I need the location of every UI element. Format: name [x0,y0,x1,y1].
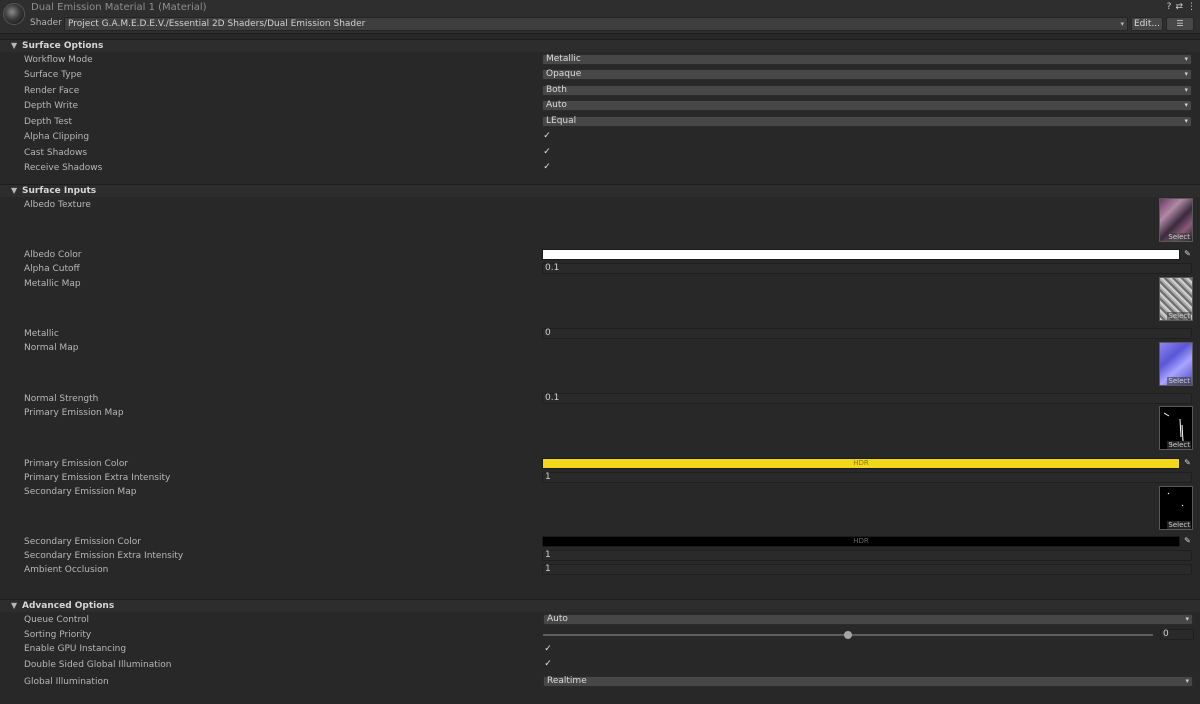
section-advanced-options[interactable]: ▼ Advanced Options [0,599,1200,612]
alpha-cutoff-field[interactable]: 0.1 [542,263,1192,274]
normal-map-slot[interactable]: Select [1159,342,1193,386]
chevron-down-icon: ▾ [1184,55,1188,63]
dropdown-value: Auto [546,100,567,110]
metallic-map-label: Metallic Map [24,279,81,289]
chevron-down-icon: ▾ [1184,117,1188,125]
albedo-texture-slot[interactable]: Select [1159,198,1193,242]
depth-test-label: Depth Test [24,117,72,127]
primary-emission-extra-label: Primary Emission Extra Intensity [24,473,171,483]
render-face-label: Render Face [24,86,80,96]
material-title: Dual Emission Material 1 (Material) [31,2,207,13]
normal-map-label: Normal Map [24,343,79,353]
section-surface-options[interactable]: ▼ Surface Options [0,39,1200,52]
surface-type-label: Surface Type [24,70,82,80]
eyedropper-icon[interactable]: ✎ [1183,536,1192,546]
secondary-emission-map-label: Secondary Emission Map [24,487,137,497]
queue-control-dropdown[interactable]: Auto ▾ [543,614,1193,625]
albedo-color-label: Albedo Color [24,250,82,260]
receive-shadows-label: Receive Shadows [24,163,103,173]
select-button[interactable]: Select [1167,521,1191,529]
sorting-priority-field[interactable]: 0 [1160,629,1194,640]
eyedropper-icon[interactable]: ✎ [1183,458,1192,468]
albedo-color-field[interactable] [542,249,1180,260]
chevron-down-icon: ▾ [1185,677,1189,685]
primary-emission-color-label: Primary Emission Color [24,459,129,469]
slider-handle[interactable] [844,631,852,639]
workflow-mode-dropdown[interactable]: Metallic ▾ [542,54,1192,65]
primary-emission-extra-field[interactable]: 1 [542,472,1192,483]
normal-strength-label: Normal Strength [24,394,99,404]
dropdown-value: Both [546,85,567,95]
metallic-map-slot[interactable]: Select [1159,277,1193,321]
section-title: Advanced Options [22,601,115,611]
shader-label: Shader [30,18,62,28]
normal-strength-field[interactable]: 0.1 [542,393,1192,404]
material-preview-icon [3,3,25,25]
shader-path: Project G.A.M.E.D.E.V./Essential 2D Shad… [68,19,366,29]
albedo-texture-label: Albedo Texture [24,200,91,210]
dropdown-value: Auto [547,614,568,624]
shader-list-button[interactable]: ☰ [1166,17,1194,31]
menu-icon[interactable]: ⋮ [1187,2,1196,12]
primary-emission-map-label: Primary Emission Map [24,408,124,418]
gpu-instancing-label: Enable GPU Instancing [24,644,127,654]
depth-write-dropdown[interactable]: Auto ▾ [542,100,1192,111]
secondary-emission-extra-label: Secondary Emission Extra Intensity [24,551,184,561]
inspector-header: Dual Emission Material 1 (Material) Shad… [0,0,1200,34]
global-illumination-label: Global Illumination [24,677,109,687]
alpha-clipping-label: Alpha Clipping [24,132,90,142]
help-icon[interactable]: ? [1167,2,1172,12]
primary-emission-color-field[interactable]: HDR [542,458,1180,469]
metallic-field[interactable]: 0 [542,328,1192,339]
double-sided-gi-label: Double Sided Global Illumination [24,660,172,670]
depth-test-dropdown[interactable]: LEqual ▾ [542,116,1192,127]
section-title: Surface Inputs [22,186,97,196]
global-illumination-dropdown[interactable]: Realtime ▾ [543,676,1193,687]
select-button[interactable]: Select [1167,441,1191,449]
secondary-emission-color-label: Secondary Emission Color [24,537,141,547]
dropdown-value: LEqual [546,116,577,126]
header-icons: ? ⇄ ⋮ [1167,2,1196,12]
dropdown-value: Realtime [547,676,587,686]
select-button[interactable]: Select [1167,233,1191,241]
ambient-occlusion-label: Ambient Occlusion [24,565,109,575]
gpu-instancing-checkbox[interactable]: ✓ [543,644,553,654]
sorting-priority-label: Sorting Priority [24,630,92,640]
foldout-icon: ▼ [11,186,18,195]
select-button[interactable]: Select [1167,312,1191,320]
secondary-emission-color-field[interactable]: HDR [542,536,1180,547]
alpha-cutoff-label: Alpha Cutoff [24,264,80,274]
section-title: Surface Options [22,41,104,51]
chevron-down-icon: ▾ [1184,101,1188,109]
foldout-icon: ▼ [11,601,18,610]
edit-shader-button[interactable]: Edit... [1131,17,1163,31]
alpha-clipping-checkbox[interactable]: ✓ [542,131,552,141]
double-sided-gi-checkbox[interactable]: ✓ [543,659,553,669]
dropdown-value: Opaque [546,69,582,79]
render-face-dropdown[interactable]: Both ▾ [542,85,1192,96]
cast-shadows-label: Cast Shadows [24,148,88,158]
secondary-emission-map-slot[interactable]: Select [1159,486,1193,530]
workflow-mode-label: Workflow Mode [24,55,93,65]
chevron-down-icon: ▾ [1184,70,1188,78]
chevron-down-icon: ▾ [1120,20,1124,28]
metallic-label: Metallic [24,329,59,339]
ambient-occlusion-field[interactable]: 1 [542,564,1192,575]
preset-icon[interactable]: ⇄ [1175,2,1183,12]
foldout-icon: ▼ [11,41,18,50]
surface-type-dropdown[interactable]: Opaque ▾ [542,69,1192,80]
cast-shadows-checkbox[interactable]: ✓ [542,147,552,157]
select-button[interactable]: Select [1167,377,1191,385]
chevron-down-icon: ▾ [1185,615,1189,623]
primary-emission-map-slot[interactable]: Select [1159,406,1193,450]
queue-control-label: Queue Control [24,615,89,625]
shader-dropdown[interactable]: Project G.A.M.E.D.E.V./Essential 2D Shad… [64,17,1128,31]
secondary-emission-extra-field[interactable]: 1 [542,550,1192,561]
chevron-down-icon: ▾ [1184,86,1188,94]
eyedropper-icon[interactable]: ✎ [1183,249,1192,259]
depth-write-label: Depth Write [24,101,79,111]
receive-shadows-checkbox[interactable]: ✓ [542,162,552,172]
dropdown-value: Metallic [546,54,581,64]
section-surface-inputs[interactable]: ▼ Surface Inputs [0,184,1200,197]
